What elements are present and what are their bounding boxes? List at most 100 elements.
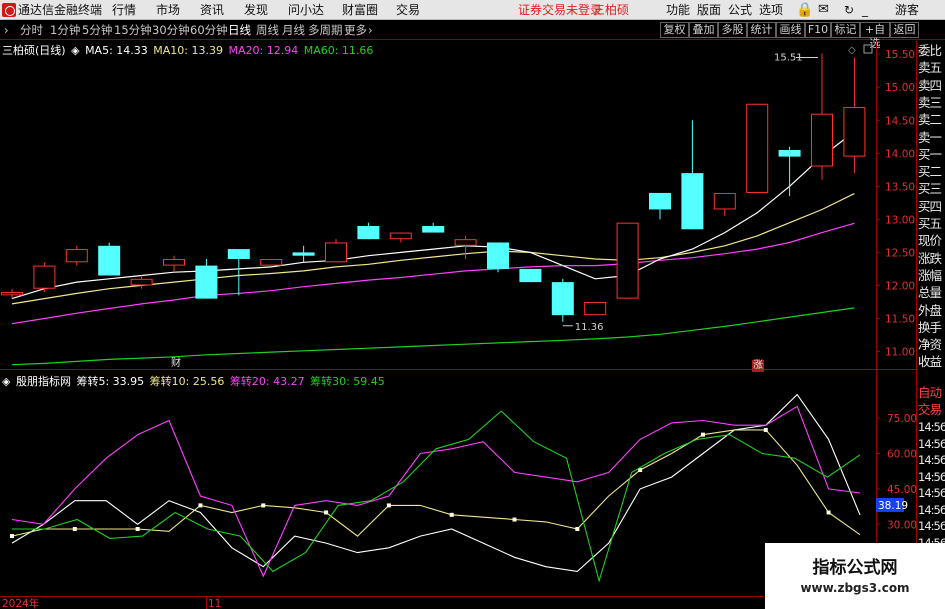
candle-body [98,245,121,276]
quote-row-label: 涨跌 [918,250,942,266]
cz10-point [198,503,203,508]
ind-tick-label: 75.00 [887,413,917,425]
candle-body [778,150,801,157]
candle-body [357,225,380,240]
quote-row-label: 买五 [918,216,942,231]
candle-body [519,268,542,283]
candle-body [616,222,639,299]
cai-marker[interactable]: 财 [171,358,181,370]
cz5-label: 筹转5: 33.95 [76,375,145,388]
quote-row-label: 卖二 [918,112,942,128]
app-window: 通达信金融终端 行情 市场 资讯 发现 问小达 财富圈 交易 证券交易未登录 三… [0,0,945,609]
quote-row-label: 委比 [918,43,942,58]
candle [681,120,704,230]
auto-tab[interactable]: 自动 [918,385,945,400]
筹转5-line [11,393,861,572]
筹转20-line [11,405,861,578]
candle-body [260,259,283,266]
candle [811,53,833,180]
trade-time: 14:56 [918,486,945,500]
cz10-point [324,510,329,515]
candle [98,242,121,276]
cz10-point [449,512,454,517]
candle-body [1,292,23,296]
candle [616,222,639,299]
candle [649,192,671,220]
price-tick-label: 11.00 [885,346,915,358]
cz10-label: 筹转10: 25.56 [149,375,225,388]
quote-row-label: 买一 [918,146,942,162]
watermark-title: 指标公式网 [812,558,898,578]
price-tick-label: 14.00 [885,148,915,160]
main-legend: 三柏硕(日线) ◈ MA5: 14.33 MA10: 13.39 MA20: 1… [2,43,375,58]
maximize-icon [863,44,873,54]
candle-body [65,249,88,263]
candle [65,245,88,266]
trade-time: 14:56 [918,469,945,484]
candle [292,245,315,263]
year-label: 2024年 [2,597,39,609]
candle [357,222,380,240]
quote-row-label: 外盘 [918,302,942,318]
candle [746,103,769,193]
cz10-point [72,526,77,531]
candle-body [389,232,412,240]
quote-row-label: 总量 [918,285,942,301]
quote-row-label: 换手 [918,319,942,335]
price-tick-label: 14.50 [885,115,915,127]
candle [33,262,56,293]
cz10-point [135,526,140,531]
candle [389,232,412,243]
trade-time: 14:56 [918,420,945,434]
indicator-settings-icon[interactable]: ◈ [2,375,10,388]
chart-canvas[interactable]: 15.50 15.00 14.50 14.00 13.50 13.00 12.50 12.00… [0,0,945,609]
candle [713,192,736,217]
quote-row-label: 卖四 [918,77,942,93]
ma5-label: MA5: 14.33 [85,44,148,57]
candle [843,57,866,174]
筹转10-line [11,429,861,537]
cz10-point [261,503,266,508]
cz10-point [700,432,705,437]
main-settings-icon[interactable]: ◈ [71,44,79,57]
candle-body [584,301,607,316]
trade-time: 14:56 [918,436,945,451]
zhang-marker[interactable]: 涨 [752,360,764,372]
candle-body [33,265,56,289]
candle-body [130,278,153,286]
candle-body [649,192,671,210]
price-tick-label: 11.50 [885,313,915,325]
ma5-line [11,131,855,300]
price-tick-label: 15.50 [885,49,915,61]
candle [584,301,607,316]
candle-body [713,192,736,210]
candle [1,288,23,299]
price-tick-label: 13.00 [885,214,915,226]
candle-body [195,265,218,299]
price-tick-label: 12.50 [885,247,915,259]
trade-tab[interactable]: 交易 [918,402,945,417]
indicator-name: 殷朋指标网 [15,375,71,388]
candle-body [454,239,477,246]
quote-row-label: 买三 [918,181,942,197]
cz10-point [826,510,831,515]
trade-time: 14:56 [918,453,945,467]
cz10-point [10,534,14,539]
stock-label: 三柏硕(日线) [2,44,66,57]
high-price-label: 15.51 [774,53,803,64]
cz10-point [512,517,517,522]
current-value-label: 38.19 [878,500,908,512]
candle [422,222,445,233]
cz20-label: 筹转20: 43.27 [229,375,305,388]
ma10-label: MA10: 13.39 [153,44,223,57]
candle-body [292,252,315,256]
candle-body [551,282,574,316]
trade-time: 14:56 [918,502,945,517]
candle-body [227,249,250,259]
price-tick-label: 13.50 [885,181,915,193]
ind-tick-label: 30.00 [887,519,917,531]
candle [551,278,574,322]
price-tick-label: 15.00 [885,82,915,94]
cz10-point [575,526,580,531]
cz10-point [763,427,768,432]
